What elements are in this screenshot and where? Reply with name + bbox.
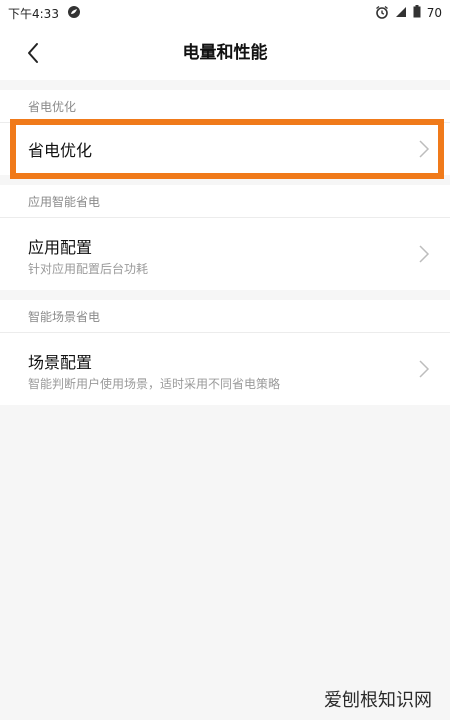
chevron-right-icon	[419, 360, 430, 378]
section-smart-scene-saving: 智能场景省电 场景配置 智能判断用户使用场景，适时采用不同省电策略	[0, 300, 450, 405]
chevron-right-icon	[419, 245, 430, 263]
signal-icon	[395, 6, 407, 21]
section-header: 智能场景省电	[28, 310, 101, 324]
page-title: 电量和性能	[182, 43, 268, 63]
chevron-right-icon	[419, 140, 430, 158]
section-app-smart-saving: 应用智能省电 应用配置 针对应用配置后台功耗	[0, 185, 450, 290]
watermark: 爱刨根知识网	[324, 690, 432, 711]
status-left: 下午4:33	[8, 5, 81, 22]
app-notification-icon	[67, 5, 81, 22]
status-bar: 下午4:33 70	[0, 0, 450, 26]
settings-list: 省电优化 省电优化 应用智能省电 应用配置 针对应用配置后台功耗 智能场景省电 …	[0, 80, 450, 405]
status-time: 下午4:33	[8, 6, 59, 21]
item-subtitle: 智能判断用户使用场景，适时采用不同省电策略	[28, 377, 281, 391]
battery-icon	[413, 5, 421, 21]
item-title: 省电优化	[28, 141, 93, 160]
list-item-power-optimization[interactable]: 省电优化	[0, 119, 450, 179]
item-title: 应用配置	[28, 238, 93, 257]
battery-level: 70	[426, 6, 442, 20]
status-right: 70	[375, 5, 442, 22]
section-power-saving: 省电优化 省电优化	[0, 90, 450, 179]
section-header: 应用智能省电	[28, 195, 101, 209]
app-header: 电量和性能	[0, 26, 450, 80]
list-item-scene-config[interactable]: 场景配置 智能判断用户使用场景，适时采用不同省电策略	[0, 332, 450, 405]
alarm-icon	[375, 5, 389, 22]
item-title: 场景配置	[28, 353, 93, 372]
item-subtitle: 针对应用配置后台功耗	[28, 262, 149, 276]
list-item-app-config[interactable]: 应用配置 针对应用配置后台功耗	[0, 217, 450, 290]
section-header: 省电优化	[28, 100, 77, 114]
